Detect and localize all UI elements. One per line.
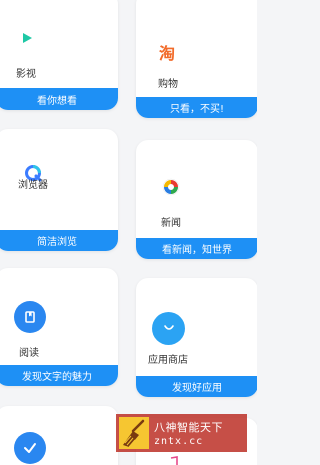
app-card-shopping[interactable]: 淘 购物 只看，不买! xyxy=(136,0,257,118)
app-card-app-store[interactable]: 应用商店 发现好应用 xyxy=(136,278,257,397)
svg-text:淘: 淘 xyxy=(159,44,175,63)
app-banner: 简洁浏览 xyxy=(0,230,118,251)
watermark-url: zntx.cc xyxy=(154,436,204,447)
app-banner: 看你想看 xyxy=(0,88,118,110)
watermark: 八神智能天下 zntx.cc xyxy=(116,414,247,452)
app-name: 购物 xyxy=(158,79,178,90)
app-card-video[interactable]: 影视 看你想看 xyxy=(0,0,118,110)
app-name: 浏览器 xyxy=(18,180,48,191)
book-icon xyxy=(14,301,46,333)
app-banner: 发现文字的魅力 xyxy=(0,365,118,386)
watermark-title: 八神智能天下 xyxy=(154,421,223,434)
taobao-icon: 淘 xyxy=(154,38,184,68)
app-name: 应用商店 xyxy=(148,355,188,366)
check-icon xyxy=(14,432,46,464)
news-icon xyxy=(156,172,186,202)
broom-logo-icon xyxy=(116,414,152,452)
app-grid-screen: 影视 看你想看 淘 购物 只看，不买! 浏览器 简洁浏览 新闻 看新闻，知世界 … xyxy=(0,0,257,465)
app-banner: 只看，不买! xyxy=(136,97,257,118)
app-name: 影视 xyxy=(16,69,36,80)
app-card-partial-left[interactable] xyxy=(0,406,118,465)
app-banner: 看新闻，知世界 xyxy=(136,238,257,259)
app-banner: 发现好应用 xyxy=(136,376,257,397)
app-name: 新闻 xyxy=(161,218,181,229)
app-card-reading[interactable]: 阅读 发现文字的魅力 xyxy=(0,268,118,386)
app-name: 阅读 xyxy=(19,348,39,359)
app-card-news[interactable]: 新闻 看新闻，知世界 xyxy=(136,140,257,259)
app-card-browser[interactable]: 浏览器 简洁浏览 xyxy=(0,129,118,251)
play-icon xyxy=(12,23,42,53)
store-icon xyxy=(152,312,185,345)
